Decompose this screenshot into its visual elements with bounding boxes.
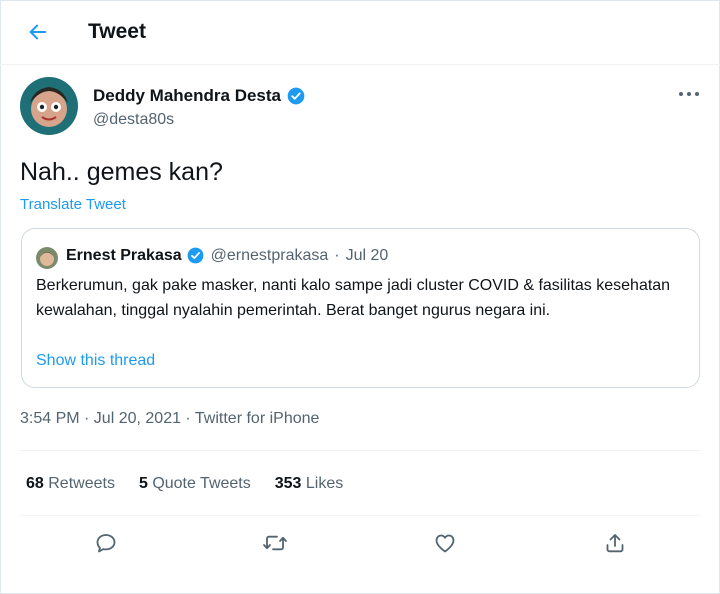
quoted-tweet[interactable]: Ernest Prakasa @ernestprakasa · Jul 20 B…: [21, 228, 700, 388]
tweet-text: Nah.. gemes kan?: [20, 158, 223, 186]
quote-separator: ·: [334, 246, 340, 264]
quote-text: Berkerumun, gak pake masker, nanti kalo …: [36, 277, 671, 319]
author-handle[interactable]: @desta80s: [93, 111, 174, 129]
retweets-stat[interactable]: 68 Retweets: [26, 475, 115, 493]
avatar[interactable]: [20, 77, 78, 135]
likes-label: Likes: [305, 475, 344, 492]
back-arrow-icon[interactable]: [24, 18, 52, 46]
like-icon[interactable]: [431, 529, 459, 557]
translate-tweet-link[interactable]: Translate Tweet: [20, 196, 126, 213]
show-thread-link[interactable]: Show this thread: [36, 352, 155, 370]
retweets-count: 68: [26, 475, 44, 492]
more-icon[interactable]: [676, 84, 702, 104]
divider: [20, 450, 700, 451]
quote-date: Jul 20: [345, 246, 389, 264]
verified-badge-icon: [286, 86, 306, 106]
page-header: Tweet: [0, 0, 720, 65]
quote-tweets-stat[interactable]: 5 Quote Tweets: [139, 475, 251, 493]
quote-tweets-label: Quote Tweets: [152, 475, 251, 492]
quote-author-name: Ernest Prakasa: [66, 246, 182, 264]
share-icon[interactable]: [601, 529, 629, 557]
author-name[interactable]: Deddy Mahendra Desta: [93, 86, 281, 106]
likes-count: 353: [274, 475, 302, 492]
retweet-icon[interactable]: [261, 529, 289, 557]
retweets-label: Retweets: [48, 475, 115, 492]
reply-icon[interactable]: [92, 529, 120, 557]
quote-author-handle: @ernestprakasa: [210, 246, 329, 264]
verified-badge-icon: [186, 246, 205, 265]
divider: [20, 515, 700, 516]
page-title: Tweet: [88, 20, 146, 43]
quote-header: Ernest Prakasa @ernestprakasa · Jul 20: [66, 246, 388, 265]
engagement-stats: 68 Retweets 5 Quote Tweets 353 Likes: [26, 475, 367, 493]
quote-avatar: [36, 247, 58, 269]
quote-tweets-count: 5: [138, 475, 148, 492]
likes-stat[interactable]: 353 Likes: [275, 475, 344, 493]
tweet-timestamp[interactable]: 3:54 PM · Jul 20, 2021 · Twitter for iPh…: [20, 410, 319, 428]
author-row: Deddy Mahendra Desta: [93, 86, 306, 106]
